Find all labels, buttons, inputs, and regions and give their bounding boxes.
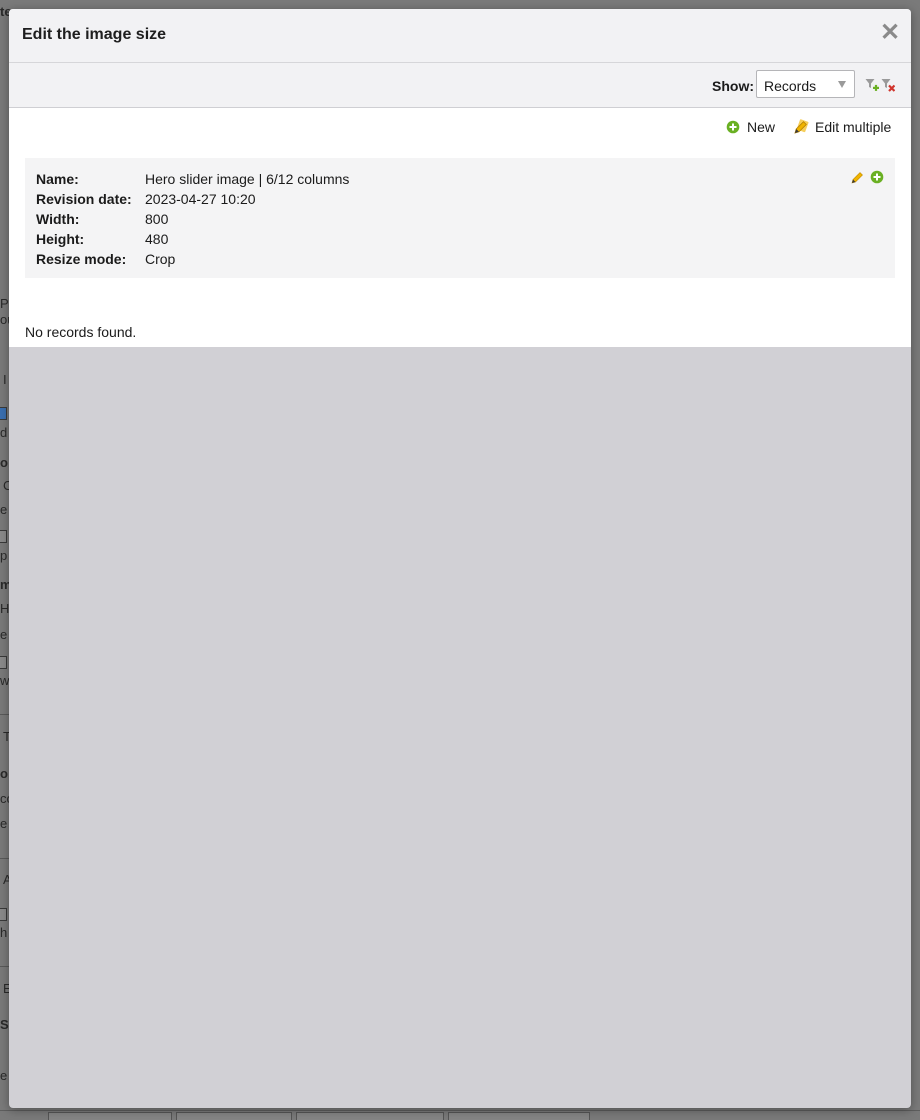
filter-add-icon[interactable] xyxy=(865,78,879,92)
image-size-modal: Edit the image size ✕ Show: Records New … xyxy=(9,9,911,1108)
modal-title: Edit the image size xyxy=(22,26,167,43)
background-tab xyxy=(296,1112,444,1120)
background-text-fragment: e xyxy=(0,627,8,642)
background-text-fragment: P xyxy=(0,296,9,311)
field-label-revision-date: Revision date: xyxy=(36,191,132,207)
record-field-row: Revision date: 2023-04-27 10:20 xyxy=(36,190,256,210)
background-text-fragment: e xyxy=(0,816,8,831)
filter-remove-icon[interactable] xyxy=(881,78,896,92)
show-select[interactable]: Records xyxy=(756,70,855,98)
background-tab xyxy=(448,1112,590,1120)
background-text-fragment: e xyxy=(0,1068,8,1083)
field-value-resize-mode: Crop xyxy=(145,251,176,267)
field-value-revision-date: 2023-04-27 10:20 xyxy=(145,191,256,207)
pencil-icon[interactable] xyxy=(850,170,864,184)
record-field-row: Resize mode: Crop xyxy=(36,250,175,270)
background-text-fragment: p xyxy=(0,548,8,563)
background-text-fragment: o xyxy=(0,766,8,781)
record-field-row: Height: 480 xyxy=(36,230,168,250)
field-value-height: 480 xyxy=(145,231,169,247)
background-checkbox xyxy=(0,908,7,921)
background-text-fragment: h xyxy=(0,925,8,940)
background-tab xyxy=(176,1112,292,1120)
record-field-row: Width: 800 xyxy=(36,210,168,230)
show-label: Show: xyxy=(712,78,754,94)
record-card: Name: Hero slider image | 6/12 columns R… xyxy=(25,158,895,278)
empty-state-message: No records found. xyxy=(25,324,137,340)
chevron-down-icon xyxy=(838,81,846,88)
field-value-width: 800 xyxy=(145,211,169,227)
background-text-fragment: o xyxy=(0,455,8,470)
background-text-fragment: e xyxy=(0,502,8,517)
background-text-fragment: H xyxy=(0,601,10,616)
close-icon[interactable]: ✕ xyxy=(879,21,901,45)
field-label-name: Name: xyxy=(36,171,79,187)
show-select-value: Records xyxy=(764,78,817,94)
field-label-width: Width: xyxy=(36,211,80,227)
edit-multiple-label: Edit multiple xyxy=(815,119,892,135)
background-checkbox xyxy=(0,530,7,543)
background-tab xyxy=(48,1112,172,1120)
add-circle-icon xyxy=(726,120,740,134)
background-checkbox xyxy=(0,656,7,669)
record-field-row: Name: Hero slider image | 6/12 columns xyxy=(36,170,349,190)
new-button-label: New xyxy=(747,119,776,135)
edit-multiple-button[interactable]: Edit multiple xyxy=(793,119,891,135)
background-text-fragment: I xyxy=(3,372,7,387)
modal-header: Edit the image size ✕ xyxy=(9,9,911,63)
modal-toolbar: Show: Records xyxy=(9,63,911,108)
field-label-height: Height: xyxy=(36,231,85,247)
background-text-fragment: d xyxy=(0,425,8,440)
edit-multiple-icon xyxy=(793,119,809,135)
records-content: New Edit multiple Name: Hero slider imag… xyxy=(9,108,911,347)
new-button[interactable]: New xyxy=(726,119,775,135)
field-label-resize-mode: Resize mode: xyxy=(36,251,127,267)
background-text-fragment: w xyxy=(0,673,10,688)
background-checkbox xyxy=(0,407,7,420)
field-value-name: Hero slider image | 6/12 columns xyxy=(145,171,350,187)
add-circle-icon[interactable] xyxy=(870,170,884,184)
background-text-fragment: S xyxy=(0,1017,9,1032)
